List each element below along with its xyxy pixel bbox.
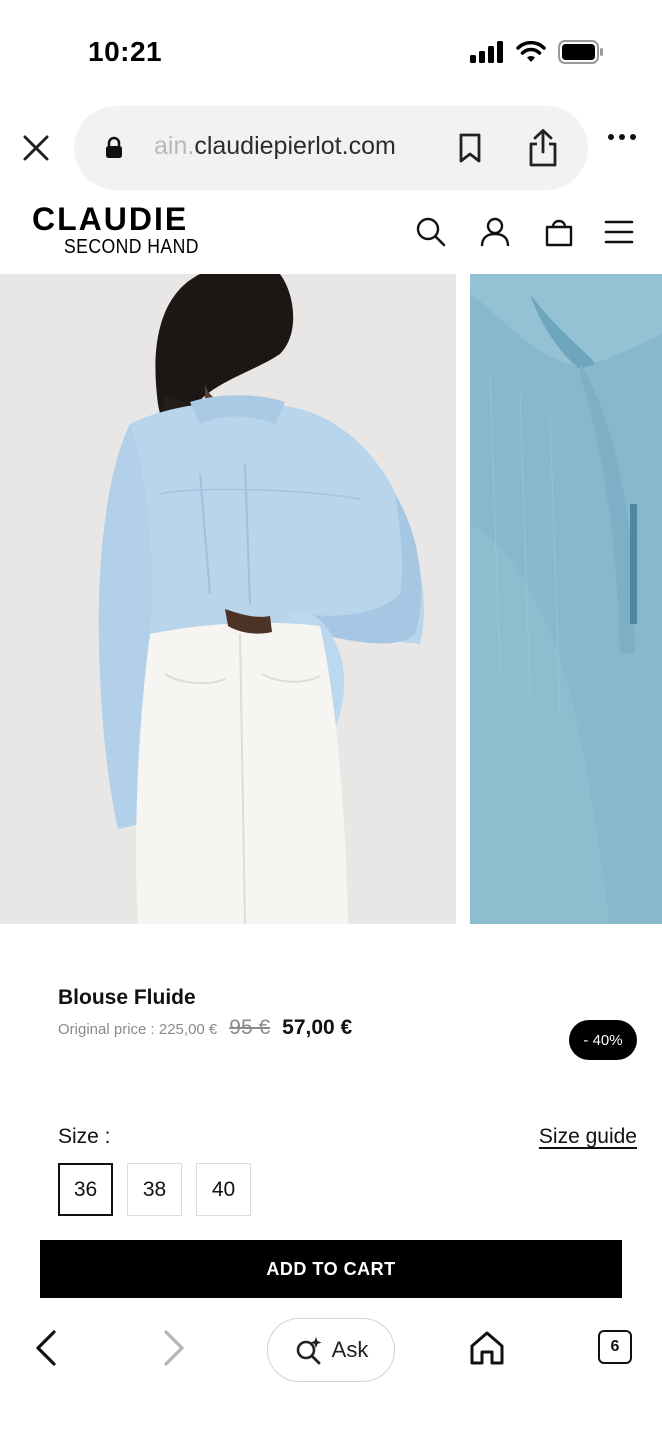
close-tab-button[interactable] — [18, 130, 54, 166]
site-header: CLAUDIE SECOND HAND — [0, 196, 662, 272]
tabs-icon[interactable]: 6 — [598, 1330, 632, 1364]
discount-badge: - 40% — [569, 1020, 637, 1060]
url-text: ain.claudiepierlot.com — [154, 132, 424, 161]
forward-icon[interactable] — [158, 1328, 190, 1368]
battery-icon — [558, 40, 603, 64]
signal-icon — [470, 41, 503, 63]
size-options: 36 38 40 — [58, 1163, 251, 1216]
browser-bottom-toolbar: Ask 6 — [0, 1300, 662, 1440]
model-illustration — [0, 274, 456, 924]
price-row: Original price : 225,00 € 95 € 57,00 € — [58, 1016, 352, 1040]
close-icon — [23, 135, 49, 161]
bag-icon[interactable] — [543, 216, 575, 248]
search-icon[interactable] — [415, 216, 447, 248]
back-icon[interactable] — [30, 1328, 62, 1368]
site-logo[interactable]: CLAUDIE SECOND HAND — [32, 202, 217, 258]
status-icons — [470, 40, 604, 64]
product-gallery[interactable] — [0, 274, 662, 924]
address-bar[interactable]: ain.claudiepierlot.com — [74, 106, 588, 190]
browser-url-row: ain.claudiepierlot.com — [0, 106, 662, 192]
size-option-40[interactable]: 40 — [196, 1163, 251, 1216]
ask-button[interactable]: Ask — [267, 1318, 395, 1382]
product-title: Blouse Fluide — [58, 986, 196, 1009]
wifi-icon — [516, 41, 546, 62]
status-bar: 10:21 — [0, 0, 662, 100]
size-option-38[interactable]: 38 — [127, 1163, 182, 1216]
logo-main: CLAUDIE — [32, 201, 189, 237]
sale-price: 57,00 € — [282, 1016, 353, 1039]
share-icon[interactable] — [526, 128, 560, 168]
old-price: 95 € — [229, 1016, 271, 1039]
account-icon[interactable] — [479, 216, 511, 248]
size-guide-link[interactable]: Size guide — [539, 1125, 637, 1149]
logo-sub: SECOND HAND — [64, 236, 199, 258]
more-icon[interactable] — [608, 134, 636, 140]
bookmark-icon[interactable] — [456, 132, 484, 164]
product-photo-detail[interactable] — [470, 274, 662, 924]
size-label: Size : — [58, 1125, 111, 1148]
ask-label: Ask — [331, 1337, 369, 1362]
fabric-detail-illustration — [470, 274, 662, 924]
url-faded-prefix: ain. — [154, 132, 195, 160]
add-to-cart-button[interactable]: ADD TO CART — [40, 1240, 622, 1298]
original-price-label: Original price : 225,00 € — [58, 1021, 218, 1038]
ask-sparkle-icon — [296, 1337, 322, 1365]
url-domain: claudiepierlot.com — [194, 132, 396, 160]
size-option-36[interactable]: 36 — [58, 1163, 113, 1216]
menu-icon[interactable] — [603, 216, 635, 248]
home-icon[interactable] — [468, 1330, 506, 1366]
lock-icon — [106, 136, 122, 158]
product-photo-back[interactable] — [0, 274, 456, 924]
status-time: 10:21 — [88, 36, 163, 67]
